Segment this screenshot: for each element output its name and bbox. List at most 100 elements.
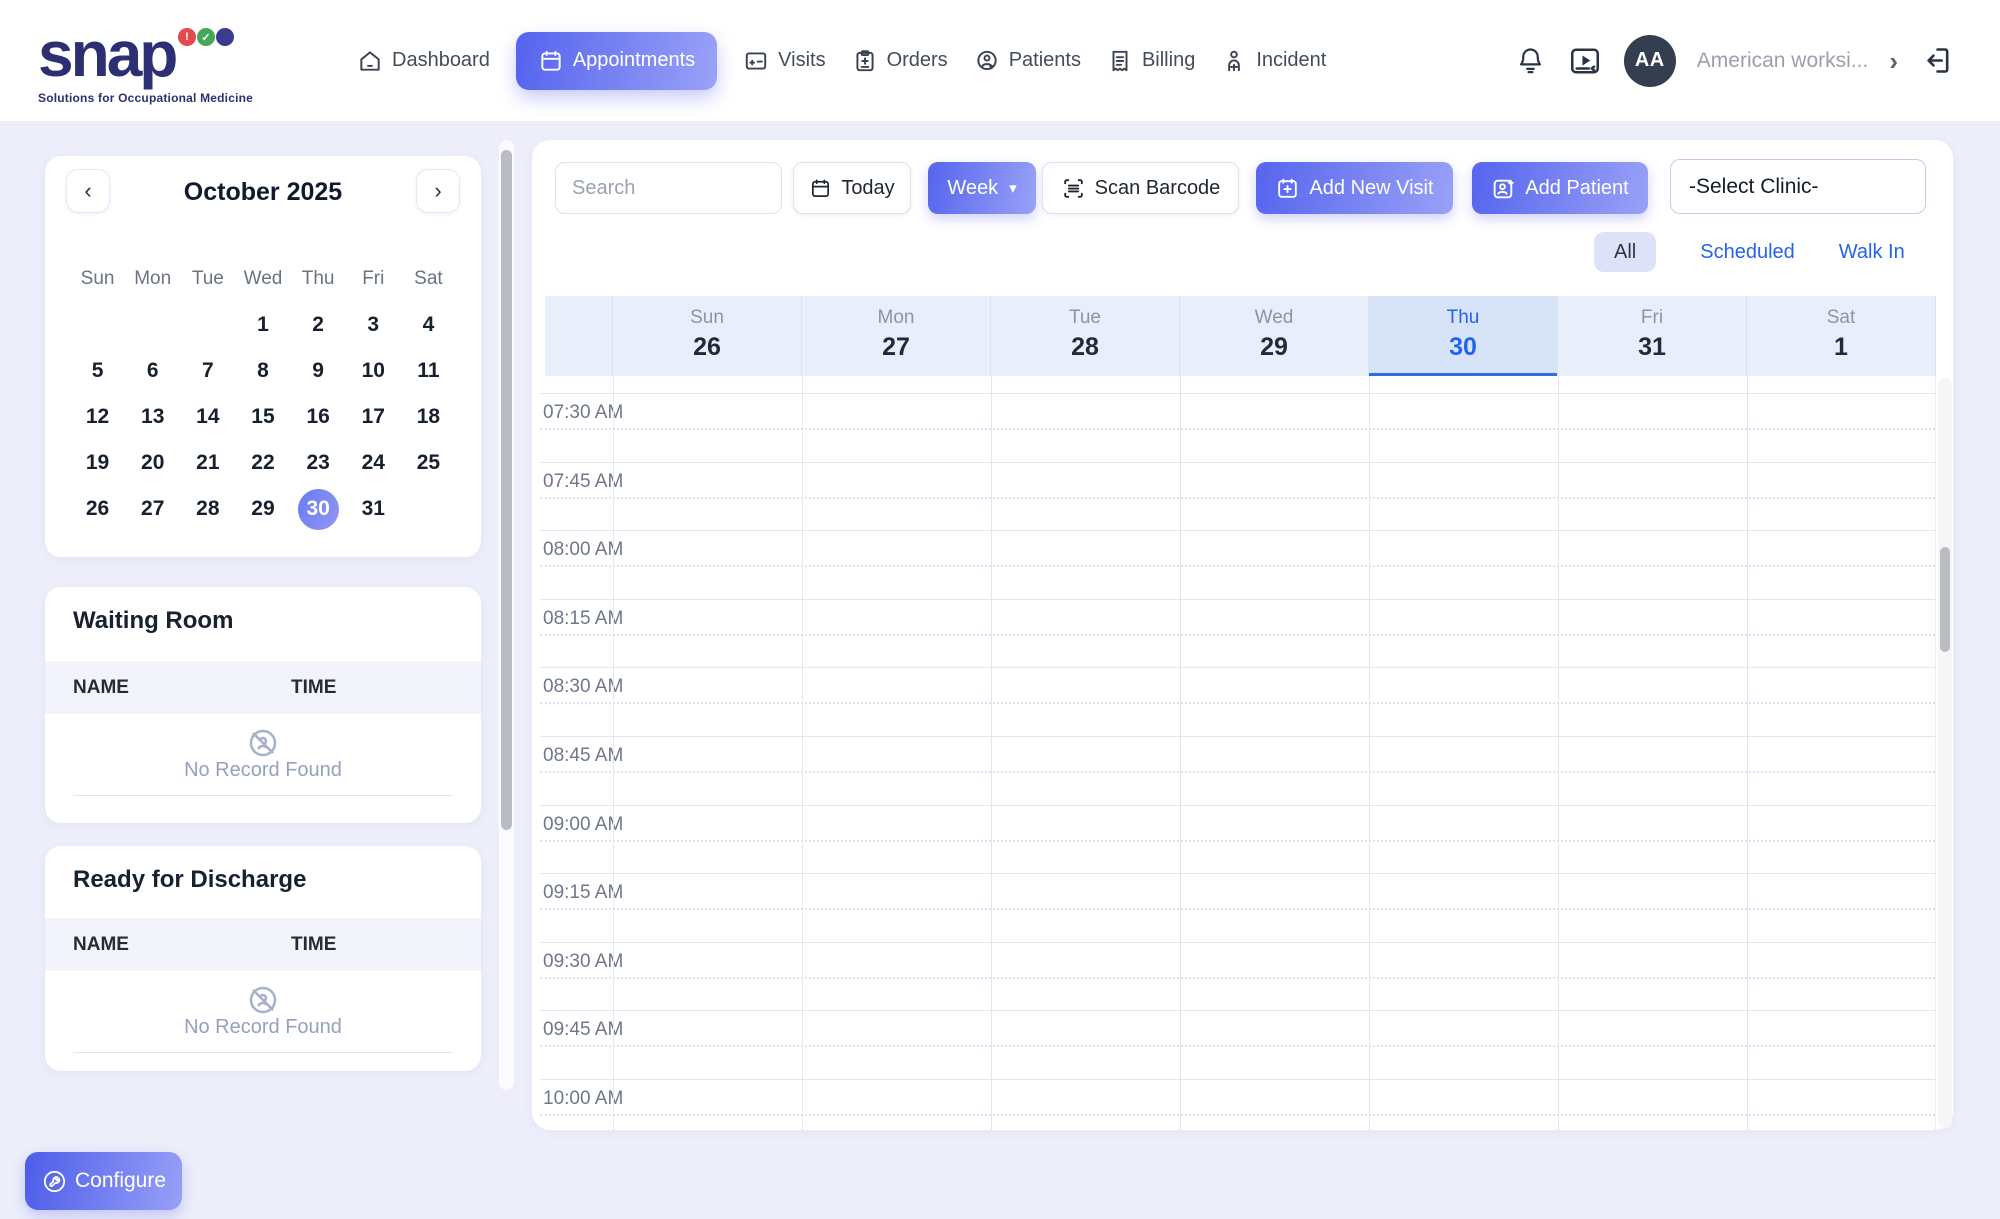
half-slot-dotted-line <box>540 771 1935 773</box>
mini-calendar-day[interactable]: 8 <box>235 348 290 394</box>
filter-walk-in[interactable]: Walk In <box>1839 241 1905 264</box>
mini-calendar-day[interactable]: 23 <box>291 440 346 486</box>
time-slot-row[interactable]: 07:30 AM <box>540 393 1935 462</box>
mini-calendar-day[interactable]: 15 <box>235 394 290 440</box>
time-slot-row[interactable]: 07:45 AM <box>540 462 1935 531</box>
mini-calendar-day-selected[interactable]: 30 <box>291 486 346 532</box>
mini-calendar-day[interactable]: 9 <box>291 348 346 394</box>
mini-calendar-day[interactable]: 14 <box>180 394 235 440</box>
add-patient-button[interactable]: Add Patient <box>1472 162 1648 214</box>
time-slot-row[interactable]: 08:30 AM <box>540 667 1935 736</box>
time-slot-row[interactable]: 09:45 AM <box>540 1010 1935 1079</box>
logo-alert-badge-icon: ! <box>178 28 196 46</box>
mini-calendar-weekday: Wed <box>235 256 290 302</box>
day-header-fri[interactable]: Fri31 <box>1558 296 1747 376</box>
mini-calendar-day[interactable]: 27 <box>125 486 180 532</box>
add-new-visit-label: Add New Visit <box>1309 177 1433 200</box>
mini-calendar-day[interactable]: 24 <box>346 440 401 486</box>
day-header-wed[interactable]: Wed29 <box>1180 296 1369 376</box>
column-header-name: NAME <box>73 918 129 971</box>
account-name[interactable]: American worksi... <box>1697 49 1869 73</box>
discharge-table-header: NAME TIME <box>45 918 481 971</box>
nav-item-orders[interactable]: Orders <box>852 48 948 74</box>
mini-calendar-day[interactable]: 1 <box>235 302 290 348</box>
app-logo[interactable]: snap ! ✓ Solutions for Occupational Medi… <box>38 10 253 105</box>
mini-calendar-day[interactable]: 5 <box>70 348 125 394</box>
sidebar-scrollbar-track[interactable] <box>499 140 514 1090</box>
day-date-label: 26 <box>613 333 801 362</box>
scan-barcode-button[interactable]: Scan Barcode <box>1042 162 1239 214</box>
video-tutorial-icon[interactable] <box>1567 43 1603 79</box>
mini-calendar-day[interactable]: 7 <box>180 348 235 394</box>
mini-calendar-day[interactable]: 22 <box>235 440 290 486</box>
mini-calendar-day[interactable]: 10 <box>346 348 401 394</box>
logo-tagline: Solutions for Occupational Medicine <box>38 91 253 105</box>
nav-item-incident[interactable]: Incident <box>1221 48 1326 74</box>
logout-icon[interactable] <box>1919 44 1952 77</box>
mini-calendar-day[interactable]: 2 <box>291 302 346 348</box>
mini-calendar-day[interactable]: 17 <box>346 394 401 440</box>
sidebar-scrollbar-thumb[interactable] <box>501 150 512 830</box>
search-input[interactable] <box>555 162 782 214</box>
time-label: 10:00 AM <box>543 1088 623 1110</box>
filter-scheduled[interactable]: Scheduled <box>1700 241 1795 264</box>
nav-item-dashboard[interactable]: Dashboard <box>357 48 490 74</box>
time-slot-row[interactable]: 08:15 AM <box>540 599 1935 668</box>
divider <box>73 1052 453 1053</box>
mini-calendar-day[interactable]: 19 <box>70 440 125 486</box>
home-icon <box>357 48 383 74</box>
mini-calendar-day[interactable]: 25 <box>401 440 456 486</box>
day-header-thu[interactable]: Thu30 <box>1369 296 1558 376</box>
half-slot-dotted-line <box>540 428 1935 430</box>
nav-item-billing[interactable]: Billing <box>1107 48 1195 74</box>
notifications-bell-icon[interactable] <box>1515 45 1546 76</box>
mini-calendar-day[interactable]: 3 <box>346 302 401 348</box>
time-slot-row[interactable]: 09:15 AM <box>540 873 1935 942</box>
nav-label: Orders <box>887 49 948 72</box>
time-slot-row[interactable]: 09:00 AM <box>540 805 1935 874</box>
mini-calendar-day[interactable]: 29 <box>235 486 290 532</box>
select-clinic-input[interactable] <box>1670 159 1926 214</box>
half-slot-dotted-line <box>540 840 1935 842</box>
avatar[interactable]: AA <box>1624 35 1676 87</box>
time-slot-row[interactable]: 08:45 AM <box>540 736 1935 805</box>
day-date-label: 30 <box>1369 333 1557 362</box>
mini-calendar-day[interactable]: 18 <box>401 394 456 440</box>
day-header-sun[interactable]: Sun26 <box>613 296 802 376</box>
calendar-scrollbar-track[interactable] <box>1938 378 1952 1128</box>
mini-calendar-day[interactable]: 11 <box>401 348 456 394</box>
mini-calendar-weekday: Sat <box>401 256 456 302</box>
time-slot-row[interactable]: 10:00 AM <box>540 1079 1935 1130</box>
mini-calendar-day[interactable]: 21 <box>180 440 235 486</box>
day-date-label: 29 <box>1180 333 1368 362</box>
nav-item-appointments[interactable]: Appointments <box>516 32 717 90</box>
mini-calendar-day[interactable]: 28 <box>180 486 235 532</box>
mini-calendar-day[interactable]: 16 <box>291 394 346 440</box>
day-column-line <box>991 376 992 1130</box>
time-slot-row[interactable]: 09:30 AM <box>540 942 1935 1011</box>
filter-all[interactable]: All <box>1594 232 1656 272</box>
mini-calendar-day[interactable]: 13 <box>125 394 180 440</box>
mini-calendar-day[interactable]: 12 <box>70 394 125 440</box>
mini-calendar-day[interactable]: 26 <box>70 486 125 532</box>
mini-calendar-day[interactable]: 31 <box>346 486 401 532</box>
configure-button[interactable]: Configure <box>25 1152 182 1210</box>
day-date-label: 27 <box>802 333 990 362</box>
nav-item-patients[interactable]: Patients <box>974 48 1081 74</box>
calendar-scrollbar-thumb[interactable] <box>1940 547 1950 652</box>
mini-calendar-day[interactable]: 20 <box>125 440 180 486</box>
calendar-next-month-button[interactable]: › <box>416 169 460 213</box>
chevron-right-icon[interactable]: › <box>1889 48 1898 74</box>
day-header-mon[interactable]: Mon27 <box>802 296 991 376</box>
add-new-visit-button[interactable]: Add New Visit <box>1256 162 1453 214</box>
mini-calendar-day[interactable]: 6 <box>125 348 180 394</box>
mini-calendar-weekdays: SunMonTueWedThuFriSat <box>70 256 456 302</box>
today-button[interactable]: Today <box>793 162 911 214</box>
mini-calendar-weekday: Sun <box>70 256 125 302</box>
mini-calendar-day[interactable]: 4 <box>401 302 456 348</box>
day-header-tue[interactable]: Tue28 <box>991 296 1180 376</box>
time-slot-row[interactable]: 08:00 AM <box>540 530 1935 599</box>
nav-item-visits[interactable]: Visits <box>743 48 825 74</box>
week-view-dropdown[interactable]: Week ▾ <box>928 162 1036 214</box>
day-header-sat[interactable]: Sat1 <box>1747 296 1936 376</box>
